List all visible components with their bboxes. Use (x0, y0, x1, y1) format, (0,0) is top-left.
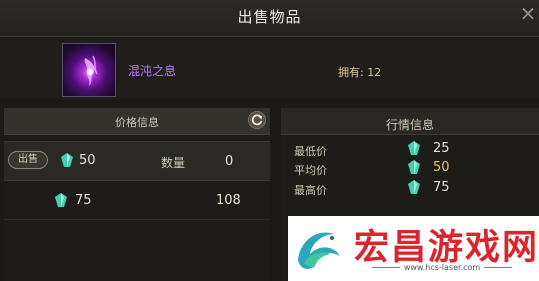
gem-icon (408, 160, 420, 174)
row-price: 75 (75, 193, 92, 208)
quantity-label: 数量 (161, 156, 186, 170)
avg-price-label: 平均价 (294, 164, 327, 177)
gem-icon (61, 153, 73, 167)
sell-button[interactable]: 出售 (8, 151, 48, 169)
price-panel-header: 价格信息 (4, 108, 270, 135)
gem-icon (408, 141, 420, 155)
market-panel-title: 行情信息 (385, 118, 434, 132)
dragon-logo-icon (298, 232, 340, 269)
price-panel-title: 价格信息 (115, 116, 159, 129)
owned-count: 拥有: 12 (338, 66, 382, 79)
row-quantity: 108 (216, 193, 241, 208)
price-row-selected[interactable]: 出售 50 数量 0 (4, 141, 270, 181)
window-title: 出售物品 (237, 8, 302, 26)
watermark: 宏昌游戏网 www.hcs-laser.com (288, 216, 539, 281)
min-price-label: 最低价 (294, 145, 327, 158)
selected-quantity: 0 (225, 154, 234, 169)
price-row[interactable]: 75 108 (4, 181, 270, 220)
max-price-label: 最高价 (294, 184, 327, 197)
item-name: 混沌之息 (128, 64, 177, 78)
gem-icon (408, 180, 420, 194)
selected-price: 50 (79, 153, 96, 168)
min-price-value: 25 (433, 141, 450, 156)
avg-price-value: 50 (433, 160, 450, 175)
title-bar: 出售物品 × (0, 0, 539, 37)
max-price-value: 75 (433, 180, 450, 195)
price-panel: 价格信息 出售 50 数量 0 75 108 (4, 108, 270, 281)
watermark-url: www.hcs-laser.com (352, 263, 532, 272)
refresh-icon[interactable] (248, 111, 266, 129)
market-panel-header: 行情信息 (281, 108, 539, 135)
close-icon[interactable]: × (519, 3, 537, 23)
item-icon[interactable] (62, 43, 116, 97)
gem-icon (55, 193, 67, 207)
item-info: 混沌之息 拥有: 12 (0, 37, 539, 99)
